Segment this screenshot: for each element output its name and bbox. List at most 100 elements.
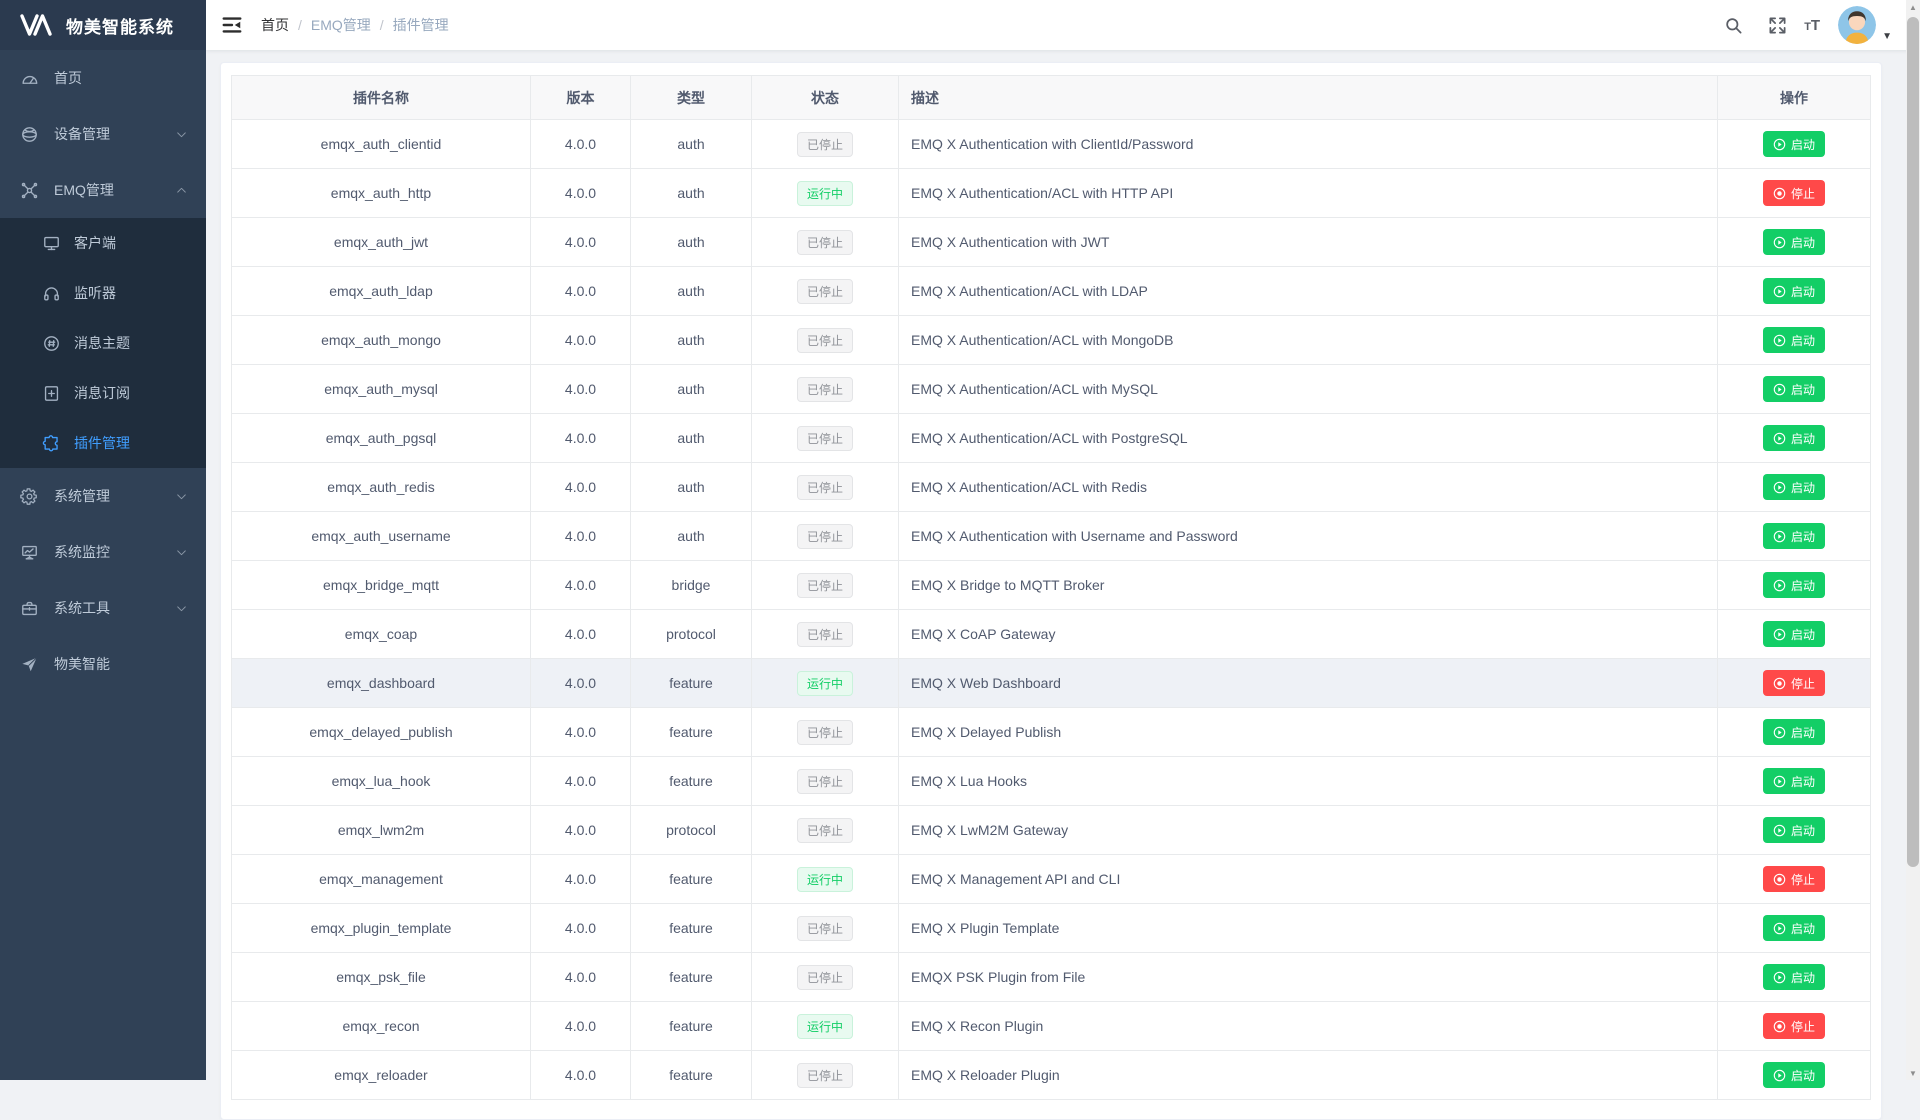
sidebar-item-system-management[interactable]: 系统管理: [0, 468, 206, 524]
action-button-label: 启动: [1791, 381, 1815, 398]
stop-button[interactable]: 停止: [1763, 670, 1825, 696]
column-header: 操作: [1718, 76, 1871, 120]
play-icon: [1773, 138, 1786, 151]
fullscreen-icon: [1768, 16, 1787, 35]
sidebar-item-label: 消息订阅: [74, 383, 206, 403]
table-header-row: 插件名称版本类型状态描述操作: [232, 76, 1871, 120]
stop-button[interactable]: 停止: [1763, 180, 1825, 206]
description-cell: EMQ X Authentication/ACL with MongoDB: [899, 316, 1718, 365]
start-button[interactable]: 启动: [1763, 278, 1825, 304]
status-badge: 运行中: [797, 181, 853, 206]
status-cell: 已停止: [752, 120, 899, 169]
description-cell: EMQX PSK Plugin from File: [899, 953, 1718, 1002]
collapse-sidebar-icon[interactable]: [221, 14, 243, 36]
sidebar-item-emq-management[interactable]: EMQ管理: [0, 162, 206, 218]
table-row: emqx_auth_ldap4.0.0auth已停止EMQ X Authenti…: [232, 267, 1871, 316]
table-row: emqx_auth_jwt4.0.0auth已停止EMQ X Authentic…: [232, 218, 1871, 267]
sidebar-item-home[interactable]: 首页: [0, 50, 206, 106]
breadcrumb-item: 插件管理: [393, 15, 449, 35]
start-button[interactable]: 启动: [1763, 131, 1825, 157]
logo-icon: [20, 12, 54, 38]
status-cell: 运行中: [752, 855, 899, 904]
plugin-name-cell: emqx_bridge_mqtt: [232, 561, 531, 610]
start-button[interactable]: 启动: [1763, 768, 1825, 794]
start-button[interactable]: 启动: [1763, 572, 1825, 598]
sidebar-item-subscriptions[interactable]: 消息订阅: [0, 368, 206, 418]
version-cell: 4.0.0: [531, 1051, 631, 1100]
start-button[interactable]: 启动: [1763, 425, 1825, 451]
action-button-label: 启动: [1791, 773, 1815, 790]
scroll-down-icon[interactable]: ▼: [1906, 1066, 1920, 1080]
fullscreen-button[interactable]: [1760, 8, 1794, 42]
topbar-actions: TT ▼: [1716, 6, 1892, 44]
action-cell: 启动: [1718, 904, 1871, 953]
start-button[interactable]: 启动: [1763, 376, 1825, 402]
start-button[interactable]: 启动: [1763, 327, 1825, 353]
description-cell: EMQ X Authentication/ACL with MySQL: [899, 365, 1718, 414]
action-cell: 启动: [1718, 218, 1871, 267]
status-badge: 已停止: [797, 720, 853, 745]
type-cell: auth: [631, 512, 752, 561]
sidebar-item-wumei-smart[interactable]: 物美智能: [0, 636, 206, 692]
action-cell: 停止: [1718, 855, 1871, 904]
sidebar-item-device-management[interactable]: 设备管理: [0, 106, 206, 162]
start-button[interactable]: 启动: [1763, 1062, 1825, 1088]
status-cell: 已停止: [752, 316, 899, 365]
description-cell: EMQ X Bridge to MQTT Broker: [899, 561, 1718, 610]
type-cell: auth: [631, 316, 752, 365]
search-button[interactable]: [1716, 8, 1750, 42]
sidebar-item-topics[interactable]: 消息主题: [0, 318, 206, 368]
breadcrumb-item[interactable]: 首页: [261, 15, 289, 35]
sidebar-item-listeners[interactable]: 监听器: [0, 268, 206, 318]
user-menu[interactable]: ▼: [1838, 6, 1892, 44]
start-button[interactable]: 启动: [1763, 474, 1825, 500]
breadcrumb-separator: /: [380, 17, 384, 33]
sidebar-item-label: 首页: [54, 68, 206, 88]
stop-button[interactable]: 停止: [1763, 866, 1825, 892]
start-button[interactable]: 启动: [1763, 719, 1825, 745]
table-row: emqx_plugin_template4.0.0feature已停止EMQ X…: [232, 904, 1871, 953]
font-size-button[interactable]: TT: [1804, 17, 1820, 34]
start-button[interactable]: 启动: [1763, 915, 1825, 941]
version-cell: 4.0.0: [531, 218, 631, 267]
type-cell: protocol: [631, 806, 752, 855]
plugin-name-cell: emqx_recon: [232, 1002, 531, 1051]
start-button[interactable]: 启动: [1763, 817, 1825, 843]
status-badge: 运行中: [797, 671, 853, 696]
version-cell: 4.0.0: [531, 708, 631, 757]
status-badge: 已停止: [797, 230, 853, 255]
stop-icon: [1773, 187, 1786, 200]
status-badge: 已停止: [797, 769, 853, 794]
start-button[interactable]: 启动: [1763, 964, 1825, 990]
sidebar-item-clients[interactable]: 客户端: [0, 218, 206, 268]
sidebar-item-label: 插件管理: [74, 433, 206, 453]
client-icon: [42, 234, 61, 253]
version-cell: 4.0.0: [531, 463, 631, 512]
version-cell: 4.0.0: [531, 169, 631, 218]
version-cell: 4.0.0: [531, 953, 631, 1002]
description-cell: EMQ X Authentication/ACL with PostgreSQL: [899, 414, 1718, 463]
start-button[interactable]: 启动: [1763, 621, 1825, 647]
avatar[interactable]: [1838, 6, 1876, 44]
vertical-scrollbar[interactable]: ▲ ▼: [1906, 0, 1920, 1080]
table-row: emqx_auth_username4.0.0auth已停止EMQ X Auth…: [232, 512, 1871, 561]
type-cell: auth: [631, 120, 752, 169]
start-button[interactable]: 启动: [1763, 229, 1825, 255]
plugin-name-cell: emqx_auth_username: [232, 512, 531, 561]
action-button-label: 启动: [1791, 1067, 1815, 1084]
column-header: 状态: [752, 76, 899, 120]
sidebar-item-system-monitor[interactable]: 系统监控: [0, 524, 206, 580]
sidebar-item-system-tools[interactable]: 系统工具: [0, 580, 206, 636]
stop-button[interactable]: 停止: [1763, 1013, 1825, 1039]
play-icon: [1773, 922, 1786, 935]
app-logo[interactable]: 物美智能系统: [0, 0, 206, 50]
start-button[interactable]: 启动: [1763, 523, 1825, 549]
scroll-up-icon[interactable]: ▲: [1906, 0, 1920, 14]
version-cell: 4.0.0: [531, 1002, 631, 1051]
type-cell: feature: [631, 953, 752, 1002]
breadcrumb-separator: /: [298, 17, 302, 33]
sidebar-item-plugins[interactable]: 插件管理: [0, 418, 206, 468]
scrollbar-thumb[interactable]: [1907, 17, 1919, 867]
action-button-label: 启动: [1791, 234, 1815, 251]
chevron-down-icon: [175, 490, 188, 503]
